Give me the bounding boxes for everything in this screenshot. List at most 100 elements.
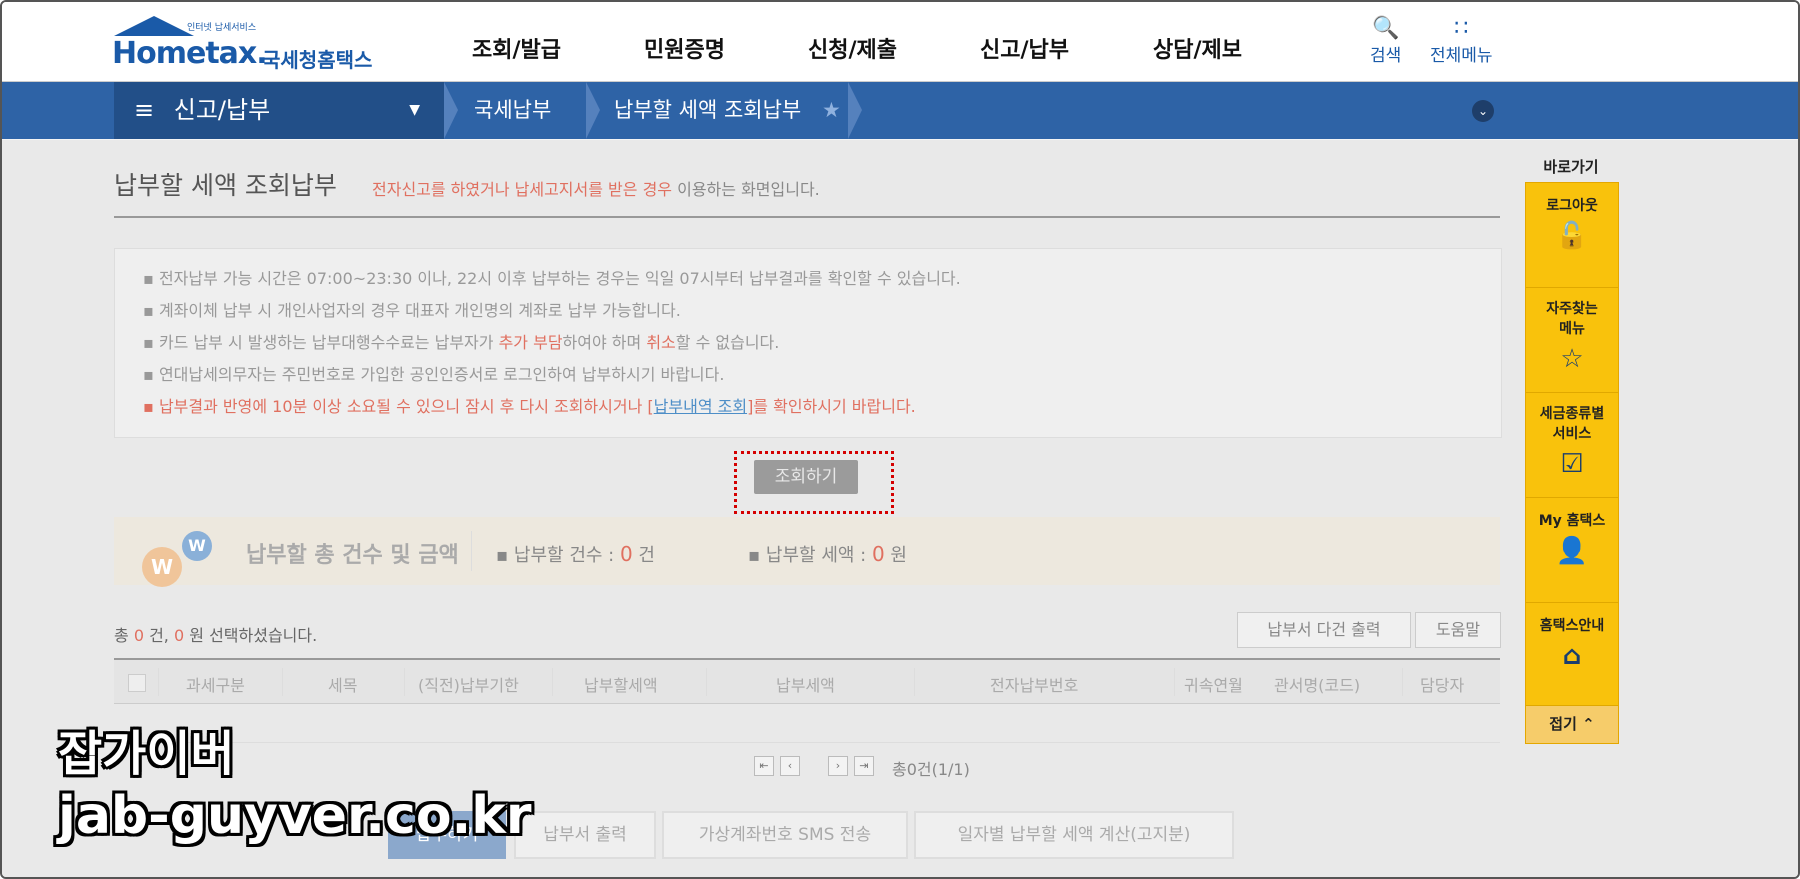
logo-korean-text: 국세청홈택스 xyxy=(262,48,373,72)
section-menu-dropdown[interactable]: ≡ 신고/납부 ▼ xyxy=(114,82,444,139)
w-badge-icon: W xyxy=(142,547,182,587)
selection-text: 원 선택하셨습니다. xyxy=(184,626,318,645)
quick-menu-title: 바로가기 xyxy=(1543,158,1599,176)
breadcrumb-level1[interactable]: 국세납부 xyxy=(474,82,551,139)
amount-unit: 원 xyxy=(884,545,907,566)
nav-consult[interactable]: 상담/제보 xyxy=(1153,32,1242,64)
daily-tax-calc-button[interactable]: 일자별 납부할 세액 계산(고지분) xyxy=(914,811,1234,859)
selection-amount: 0 xyxy=(173,626,185,645)
page-count-text: 총0건(1/1) xyxy=(892,760,970,779)
payment-history-link[interactable]: 납부내역 조회 xyxy=(654,397,747,416)
selection-text: 건, xyxy=(144,626,174,645)
notice-item: ▪ 카드 납부 시 발생하는 납부대행수수료는 납부자가 추가 부담하여야 하며… xyxy=(143,333,780,352)
notice-box: ▪ 전자납부 가능 시간은 07:00~23:30 이나, 22시 이후 납부하… xyxy=(114,248,1502,438)
nav-inquiry[interactable]: 조회/발급 xyxy=(472,32,561,64)
column-header: 세목 xyxy=(328,676,358,695)
virtual-account-sms-button[interactable]: 가상계좌번호 SMS 전송 xyxy=(662,811,908,859)
column-header: 전자납부번호 xyxy=(990,676,1079,695)
prev-page-icon[interactable]: ‹ xyxy=(780,756,800,776)
search-inquiry-button[interactable]: 조회하기 xyxy=(754,460,858,494)
search-button[interactable]: 🔍 검색 xyxy=(1370,16,1401,66)
notice-item: ▪ 연대납세의무자는 주민번호로 가입한 공인인증서로 로그인하여 납부하시기 … xyxy=(143,365,725,384)
print-bill-button[interactable]: 납부서 출력 xyxy=(514,811,656,859)
notice-item: ▪ 계좌이체 납부 시 개인사업자의 경우 대표자 개인명의 계좌로 납부 가능… xyxy=(143,301,681,320)
quick-tax-type[interactable]: 세금종류별 서비스 ☑ xyxy=(1526,393,1618,498)
breadcrumb-separator xyxy=(848,82,862,139)
next-page-icon[interactable]: › xyxy=(828,756,848,776)
breadcrumb-bar: ≡ 신고/납부 ▼ 국세납부 납부할 세액 조회납부 ★ ⌄ xyxy=(2,82,1798,139)
logo-small-text: 인터넷 납세서비스 xyxy=(187,23,257,33)
page-title: 납부할 세액 조회납부 xyxy=(114,171,337,200)
first-page-icon[interactable]: ⇤ xyxy=(754,756,774,776)
watermark-line2: jab-guyver.co.kr xyxy=(58,786,532,846)
notice-highlight: 취소 xyxy=(646,333,676,352)
column-header: 납부세액 xyxy=(776,676,835,695)
notice-text: 납부결과 반영에 10분 이상 소요될 수 있으니 잠시 후 다시 조회하시거나… xyxy=(158,397,654,416)
column-divider xyxy=(158,668,159,696)
notice-text: 전자납부 가능 시간은 07:00~23:30 이나, 22시 이후 납부하는 … xyxy=(158,269,961,288)
breadcrumb-level2[interactable]: 납부할 세액 조회납부 xyxy=(614,82,801,139)
person-icon: 👤 xyxy=(1555,536,1589,566)
lock-icon: 🔓 xyxy=(1555,221,1589,251)
notice-item: ▪ 전자납부 가능 시간은 07:00~23:30 이나, 22시 이후 납부하… xyxy=(143,269,961,288)
hometax-logo[interactable]: 인터넷 납세서비스 Hometax. 국세청홈택스 xyxy=(112,14,392,74)
favorite-star-icon[interactable]: ★ xyxy=(822,82,841,139)
column-divider xyxy=(1174,668,1175,696)
column-divider xyxy=(914,668,915,696)
page-subtitle: 전자신고를 하였거나 납세고지서를 받은 경우 이용하는 화면입니다. xyxy=(372,176,820,200)
quick-tax-type-label: 세금종류별 서비스 xyxy=(1539,406,1605,442)
quick-favorites-label: 자주찾는 메뉴 xyxy=(1546,301,1598,337)
notice-text: ]를 확인하시기 바랍니다. xyxy=(747,397,916,416)
search-label: 검색 xyxy=(1370,46,1402,66)
count-label: 납부할 건수 : xyxy=(513,545,620,566)
nav-application[interactable]: 신청/제출 xyxy=(808,32,897,64)
house-icon: ⌂ xyxy=(1562,641,1582,671)
quick-fold-label: 접기 xyxy=(1549,715,1577,733)
notice-item: ▪ 납부결과 반영에 10분 이상 소요될 수 있으니 잠시 후 다시 조회하시… xyxy=(143,397,916,416)
quick-logout-label: 로그아웃 xyxy=(1546,198,1598,214)
column-divider xyxy=(706,668,707,696)
count-value: 0 xyxy=(619,542,633,566)
help-button[interactable]: 도움말 xyxy=(1415,612,1501,648)
checkbox-icon: ☑ xyxy=(1560,449,1584,479)
subtitle-rest: 이용하는 화면입니다. xyxy=(672,180,820,199)
nav-report-payment[interactable]: 신고/납부 xyxy=(980,32,1069,64)
chevron-up-icon: ⌃ xyxy=(1582,715,1595,733)
watermark: 잡가이버 jab-guyver.co.kr xyxy=(58,714,532,846)
column-divider xyxy=(404,668,405,696)
section-menu-label: 신고/납부 xyxy=(173,96,271,124)
title-divider xyxy=(114,216,1500,218)
summary-divider xyxy=(471,531,472,571)
selection-count: 0 xyxy=(133,626,144,645)
column-header: (직전)납부기한 xyxy=(418,676,519,695)
table-header: 과세구분 세목 (직전)납부기한 납부할세액 납부세액 전자납부번호 귀속연월 … xyxy=(114,658,1500,704)
notice-text: 계좌이체 납부 시 개인사업자의 경우 대표자 개인명의 계좌로 납부 가능합니… xyxy=(158,301,681,320)
star-icon: ☆ xyxy=(1560,344,1584,374)
quick-favorites[interactable]: 자주찾는 메뉴 ☆ xyxy=(1526,288,1618,393)
quick-hometax-guide[interactable]: 홈택스안내 ⌂ xyxy=(1526,603,1618,706)
quick-fold-button[interactable]: 접기 ⌃ xyxy=(1526,706,1618,743)
search-icon: 🔍 xyxy=(1371,16,1400,41)
chevron-down-icon[interactable]: ⌄ xyxy=(1472,100,1494,122)
quick-logout[interactable]: 로그아웃 🔓 xyxy=(1526,183,1618,288)
notice-text: 하여야 하며 xyxy=(562,333,647,352)
last-page-icon[interactable]: ⇥ xyxy=(854,756,874,776)
logo-main-text: Hometax. xyxy=(112,36,268,71)
all-menu-label: 전체메뉴 xyxy=(1430,46,1493,66)
subtitle-highlight: 전자신고를 하였거나 납세고지서를 받은 경우 xyxy=(372,180,673,199)
quick-my-hometax[interactable]: My 홈택스 👤 xyxy=(1526,498,1618,603)
all-menu-button[interactable]: ∷ 전체메뉴 xyxy=(1430,16,1493,66)
selection-summary: 총 0 건, 0 원 선택하셨습니다. xyxy=(114,622,317,646)
breadcrumb-separator xyxy=(586,82,600,139)
browser-frame: 인터넷 납세서비스 Hometax. 국세청홈택스 조회/발급 민원증명 신청/… xyxy=(0,0,1800,879)
selection-text: 총 xyxy=(114,626,134,645)
quick-hometax-guide-label: 홈택스안내 xyxy=(1539,618,1605,634)
nav-civil-certificate[interactable]: 민원증명 xyxy=(644,32,725,64)
multi-print-button[interactable]: 납부서 다건 출력 xyxy=(1237,612,1411,648)
notice-text: 연대납세의무자는 주민번호로 가입한 공인인증서로 로그인하여 납부하시기 바랍… xyxy=(158,365,725,384)
summary-bar: W W 납부할 총 건수 및 금액 ▪ 납부할 건수 : 0 건 ▪ 납부할 세… xyxy=(114,517,1500,587)
select-all-checkbox[interactable] xyxy=(128,674,146,692)
watermark-line1: 잡가이버 xyxy=(58,726,235,782)
notice-highlight: 추가 부담 xyxy=(498,333,563,352)
column-divider xyxy=(1402,668,1403,696)
